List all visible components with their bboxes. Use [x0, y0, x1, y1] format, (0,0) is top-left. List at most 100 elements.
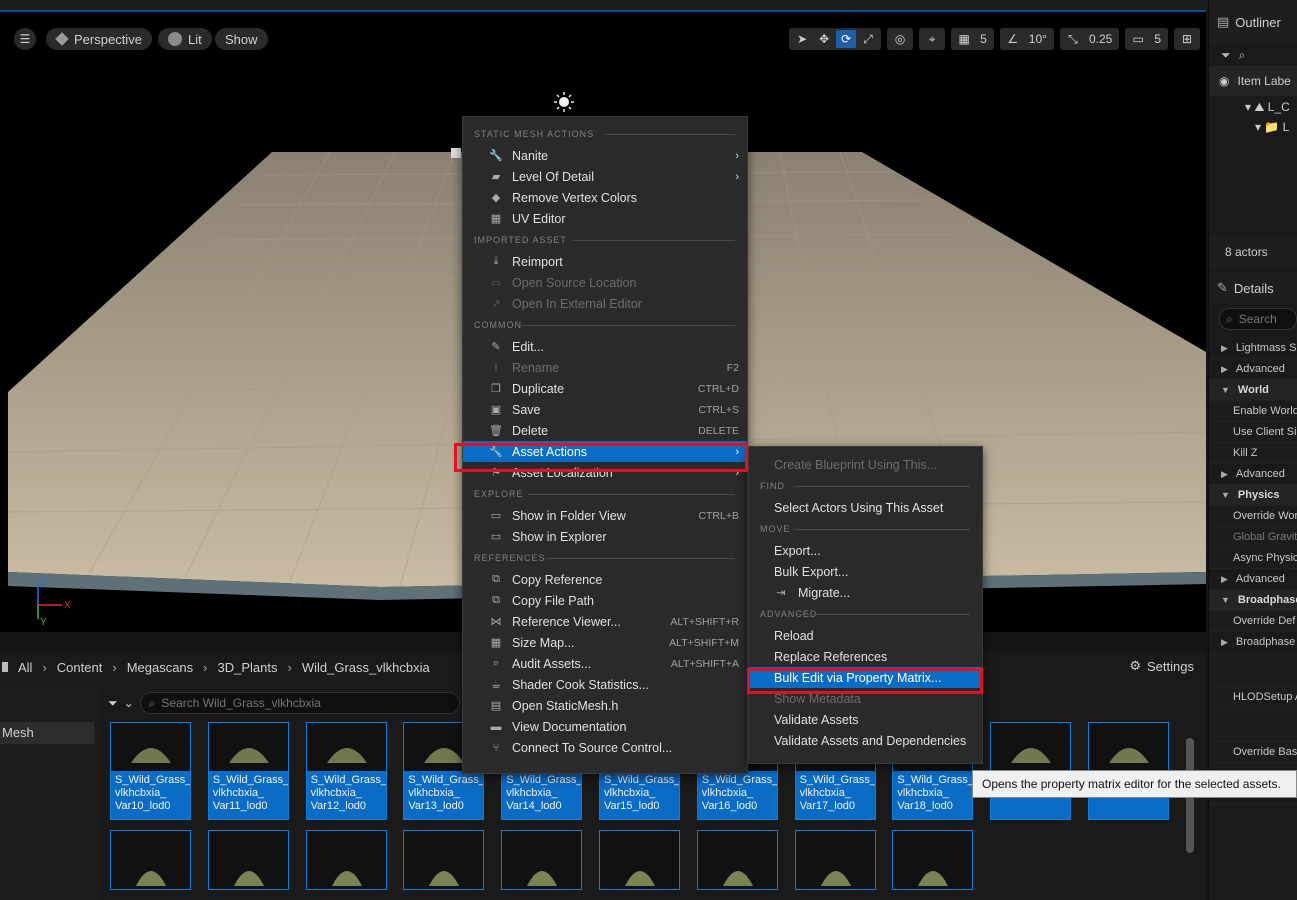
- asset-search-input[interactable]: [161, 696, 442, 710]
- menu-item-create-blueprint[interactable]: Create Blueprint Using This...: [749, 454, 982, 475]
- menu-item-reimport[interactable]: ⤓ Reimport: [463, 251, 747, 272]
- camera-speed-group[interactable]: ▭ 5: [1125, 28, 1168, 50]
- menu-item-shader-cook-statistics[interactable]: ☕ Shader Cook Statistics...: [463, 674, 747, 695]
- details-search-input[interactable]: ⌕ Search: [1219, 308, 1297, 330]
- lit-button[interactable]: Lit: [158, 28, 212, 50]
- expand-arrow-icon[interactable]: ▶: [1221, 343, 1228, 354]
- details-property-row[interactable]: ▶ Advanced: [1209, 464, 1297, 485]
- world-space-icon[interactable]: ◎: [890, 30, 910, 48]
- menu-item-asset-localization[interactable]: ⚑ Asset Localization ›: [463, 462, 747, 483]
- content-browser-settings-button[interactable]: ⚙ Settings: [1129, 658, 1194, 674]
- asset-tile[interactable]: [501, 830, 583, 890]
- expand-arrow-icon[interactable]: ▶: [1221, 469, 1228, 480]
- expand-arrow-icon[interactable]: ▶: [1221, 574, 1228, 585]
- details-property-row[interactable]: Override Wor: [1209, 506, 1297, 527]
- menu-item-open-in-external-editor[interactable]: ↗ Open In External Editor: [463, 293, 747, 314]
- outliner-search-icon[interactable]: ⌕: [1239, 48, 1246, 63]
- viewport-layout-icon[interactable]: ⊞: [1177, 30, 1197, 48]
- collapse-arrow-icon[interactable]: ▼: [1221, 490, 1230, 500]
- collapse-arrow-icon[interactable]: ▼: [1221, 595, 1230, 605]
- details-category[interactable]: ▼ World: [1209, 380, 1297, 401]
- perspective-button[interactable]: Perspective: [46, 28, 152, 50]
- menu-item-asset-actions[interactable]: 🔧 Asset Actions ›: [463, 441, 747, 462]
- details-property-row[interactable]: Global Gravit: [1209, 527, 1297, 548]
- menu-item-validate-assets-and-dependencies[interactable]: Validate Assets and Dependencies: [749, 730, 982, 751]
- breadcrumb-item[interactable]: All: [18, 660, 32, 675]
- details-property-row[interactable]: ▶ Advanced: [1209, 359, 1297, 380]
- asset-tile[interactable]: S_Wild_Grass_ vlkhcbxia_ Var12_lod0: [305, 722, 387, 820]
- outliner-tree[interactable]: ▾ ⛰ L_C ▾ 📁 L: [1209, 96, 1297, 236]
- details-property-row[interactable]: ▶ Advanced: [1209, 569, 1297, 590]
- outliner-tree-item[interactable]: ▾ ⛰ L_C: [1245, 100, 1290, 115]
- details-property-row[interactable]: [1209, 708, 1297, 742]
- asset-tile[interactable]: [207, 830, 289, 890]
- expand-arrow-icon[interactable]: ▶: [1221, 364, 1228, 375]
- scale-snap-group[interactable]: ⤡ 0.25: [1059, 28, 1120, 50]
- menu-item-copy-file-path[interactable]: ⧉ Copy File Path: [463, 590, 747, 611]
- menu-item-view-documentation[interactable]: ▬ View Documentation: [463, 716, 747, 737]
- menu-item-export[interactable]: Export...: [749, 540, 982, 561]
- menu-item-select-actors-using-this-asset[interactable]: Select Actors Using This Asset: [749, 497, 982, 518]
- collapse-arrow-icon[interactable]: ▼: [1221, 385, 1230, 395]
- chevron-down-icon[interactable]: ⌄: [124, 696, 134, 710]
- details-property-row[interactable]: [1209, 653, 1297, 687]
- expand-arrow-icon[interactable]: ▶: [1221, 637, 1228, 648]
- rotate-mode-icon[interactable]: ⟳: [836, 30, 857, 48]
- menu-item-edit[interactable]: ✎ Edit...: [463, 336, 747, 357]
- menu-item-reference-viewer[interactable]: ⋈ Reference Viewer... ALT+SHIFT+R: [463, 611, 747, 632]
- menu-item-show-in-folder-view[interactable]: ▭ Show in Folder View CTRL+B: [463, 505, 747, 526]
- menu-item-open-staticmesh-h[interactable]: ▤ Open StaticMesh.h: [463, 695, 747, 716]
- asset-tile[interactable]: S_Wild_Grass_ vlkhcbxia_ Var11_lod0: [207, 722, 289, 820]
- details-property-row[interactable]: Override Def: [1209, 611, 1297, 632]
- viewport-menu-button[interactable]: ☰: [14, 28, 36, 50]
- filter-item-mesh[interactable]: Mesh: [0, 722, 94, 744]
- menu-item-open-source-location[interactable]: ▭ Open Source Location: [463, 272, 747, 293]
- menu-item-remove-vertex-colors[interactable]: ◆ Remove Vertex Colors: [463, 187, 747, 208]
- asset-tile[interactable]: [696, 830, 778, 890]
- details-property-row[interactable]: Async Physic: [1209, 548, 1297, 569]
- menu-item-reload[interactable]: Reload: [749, 625, 982, 646]
- menu-item-migrate[interactable]: ⇥ Migrate...: [749, 582, 982, 603]
- details-category[interactable]: ▼ Physics: [1209, 485, 1297, 506]
- angle-snap-group[interactable]: ∠ 10°: [999, 28, 1054, 50]
- menu-item-size-map[interactable]: ▦ Size Map... ALT+SHIFT+M: [463, 632, 747, 653]
- asset-tile[interactable]: S_Wild_Grass_ vlkhcbxia_ Var10_lod0: [110, 722, 191, 820]
- details-property-row[interactable]: Kill Z: [1209, 443, 1297, 464]
- menu-item-show-in-explorer[interactable]: ▭ Show in Explorer: [463, 526, 747, 547]
- menu-item-copy-reference[interactable]: ⧉ Copy Reference: [463, 569, 747, 590]
- select-mode-icon[interactable]: ➤: [792, 30, 812, 48]
- menu-item-audit-assets[interactable]: ⌕ Audit Assets... ALT+SHIFT+A: [463, 653, 747, 674]
- details-property-row[interactable]: Override Bas: [1209, 742, 1297, 763]
- breadcrumb-item[interactable]: Wild_Grass_vlkhcbxia: [302, 660, 430, 675]
- details-property-row[interactable]: ▶ Lightmass S: [1209, 338, 1297, 359]
- menu-item-connect-to-source-control[interactable]: ⑂ Connect To Source Control...: [463, 737, 747, 758]
- menu-item-uv-editor[interactable]: ▦ UV Editor: [463, 208, 747, 229]
- asset-tile[interactable]: [305, 830, 387, 890]
- menu-item-validate-assets[interactable]: Validate Assets: [749, 709, 982, 730]
- details-property-row[interactable]: ▶ Broadphase S: [1209, 632, 1297, 653]
- outliner-column-header[interactable]: ◉ Item Labe: [1209, 66, 1297, 96]
- menu-item-rename[interactable]: Ⅰ Rename F2: [463, 357, 747, 378]
- menu-item-replace-references[interactable]: Replace References: [749, 646, 982, 667]
- menu-item-show-metadata[interactable]: Show Metadata: [749, 688, 982, 709]
- menu-item-delete[interactable]: 🗑 Delete DELETE: [463, 420, 747, 441]
- outliner-tree-item[interactable]: ▾ 📁 L: [1255, 120, 1289, 134]
- translate-mode-icon[interactable]: ✥: [814, 30, 834, 48]
- breadcrumb-item[interactable]: Content: [57, 660, 103, 675]
- menu-item-level-of-detail[interactable]: ▰ Level Of Detail ›: [463, 166, 747, 187]
- details-category[interactable]: ▼ Broadphase: [1209, 590, 1297, 611]
- filter-icon[interactable]: ⏷: [1221, 48, 1231, 63]
- breadcrumb-item[interactable]: Megascans: [127, 660, 193, 675]
- menu-item-bulk-export[interactable]: Bulk Export...: [749, 561, 982, 582]
- menu-item-save[interactable]: ▣ Save CTRL+S: [463, 399, 747, 420]
- breadcrumb-item[interactable]: 3D_Plants: [218, 660, 278, 675]
- asset-tile[interactable]: [794, 830, 876, 890]
- menu-item-nanite[interactable]: 🔧 Nanite ›: [463, 145, 747, 166]
- details-property-row[interactable]: HLODSetup A: [1209, 687, 1297, 708]
- menu-item-bulk-edit-via-property-matrix[interactable]: Bulk Edit via Property Matrix...: [749, 667, 982, 688]
- details-property-row[interactable]: Enable World: [1209, 401, 1297, 422]
- asset-tile[interactable]: [110, 830, 191, 890]
- asset-search-field[interactable]: ⌕: [139, 692, 460, 714]
- surface-snap-icon[interactable]: ⌖: [922, 30, 942, 48]
- details-property-row[interactable]: Use Client Si: [1209, 422, 1297, 443]
